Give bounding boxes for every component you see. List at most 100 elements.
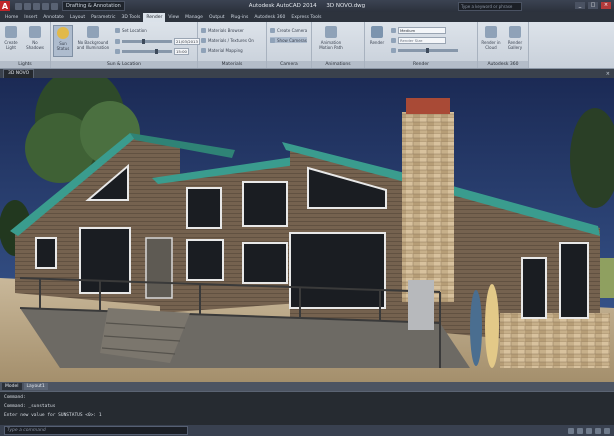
tab-view[interactable]: View bbox=[165, 13, 182, 22]
no-shadows-button[interactable]: No Shadows bbox=[24, 25, 46, 55]
time-slider-knob[interactable] bbox=[155, 48, 158, 54]
grid-icon[interactable] bbox=[577, 427, 583, 434]
maximize-button[interactable]: □ bbox=[588, 2, 598, 9]
render-quality-dropdown[interactable]: Medium bbox=[391, 26, 446, 34]
tab-model[interactable]: Model bbox=[2, 383, 22, 390]
save-icon[interactable] bbox=[33, 2, 40, 10]
render-gallery-button[interactable]: Render Gallery bbox=[504, 25, 526, 55]
exposure-slider[interactable] bbox=[398, 47, 458, 53]
tab-insert[interactable]: Insert bbox=[21, 13, 40, 22]
sphere-icon bbox=[201, 27, 206, 33]
tab-layout[interactable]: Layout bbox=[67, 13, 88, 22]
render-in-cloud-button[interactable]: Render in Cloud bbox=[480, 25, 502, 55]
minimize-button[interactable]: _ bbox=[575, 2, 585, 9]
status-toggles bbox=[568, 427, 610, 434]
panel-title-autodesk-360: Autodesk 360 bbox=[478, 61, 528, 68]
panel-title-render: Render bbox=[365, 61, 477, 68]
window-controls: _ □ × bbox=[575, 2, 611, 9]
panel-title-sun: Sun & Location bbox=[51, 61, 197, 68]
sun-location-panel: Sun Status No Background and Illuminatio… bbox=[51, 22, 200, 68]
search-input[interactable]: Type a keyword or phrase bbox=[458, 2, 522, 11]
application-menu-button[interactable]: A bbox=[0, 1, 10, 11]
time-field[interactable]: 15:00 bbox=[174, 47, 189, 55]
time-row: 15:00 bbox=[115, 47, 189, 55]
snap-icon[interactable] bbox=[568, 427, 574, 434]
drawing-viewport[interactable] bbox=[0, 78, 614, 382]
title-bar: A Drafting & Annotation Autodesk AutoCAD… bbox=[0, 0, 614, 12]
sun-status-button[interactable]: Sun Status bbox=[53, 25, 73, 57]
file-tab-3d-novo[interactable]: 3D NOVO bbox=[3, 68, 35, 79]
location-icon bbox=[115, 27, 120, 33]
render-slider-row bbox=[391, 47, 458, 53]
surfboard-blue bbox=[470, 290, 482, 366]
viewport-close-icon[interactable]: × bbox=[606, 71, 610, 77]
command-history-line: Command: bbox=[4, 395, 26, 400]
tab-parametric[interactable]: Parametric bbox=[88, 13, 118, 22]
panel-title-lights: Lights bbox=[0, 61, 50, 68]
autodesk-360-panel: Render in Cloud Render Gallery Autodesk … bbox=[478, 22, 529, 68]
create-camera-button[interactable]: Create Camera bbox=[270, 27, 307, 33]
sun-icon bbox=[57, 27, 69, 39]
date-slider-knob[interactable] bbox=[142, 38, 145, 44]
tab-layout1[interactable]: Layout1 bbox=[23, 383, 48, 390]
osnap-icon[interactable] bbox=[604, 427, 610, 434]
camera-panel: Create Camera Show Cameras Camera bbox=[267, 22, 312, 68]
animations-panel: Animation Motion Path Animations bbox=[312, 22, 365, 68]
date-row: 21/03/2013 bbox=[115, 37, 200, 45]
exposure-icon bbox=[391, 47, 396, 53]
tab-output[interactable]: Output bbox=[206, 13, 228, 22]
tab-plug-ins[interactable]: Plug-ins bbox=[228, 13, 252, 22]
panel-title-materials: Materials bbox=[198, 61, 266, 68]
layout-tabs: Model Layout1 bbox=[0, 382, 614, 391]
animation-motion-path-button[interactable]: Animation Motion Path bbox=[318, 25, 344, 55]
texture-icon bbox=[201, 37, 206, 43]
render-size-dropdown[interactable]: Render Size bbox=[391, 36, 446, 44]
cloud-icon bbox=[485, 26, 497, 38]
tab-render[interactable]: Render bbox=[143, 13, 166, 22]
ribbon-tabs: Home Insert Annotate Layout Parametric 3… bbox=[0, 12, 614, 22]
close-button[interactable]: × bbox=[601, 2, 611, 9]
tab-autodesk-360[interactable]: Autodesk 360 bbox=[251, 13, 288, 22]
background-icon bbox=[87, 26, 99, 38]
mapping-icon bbox=[201, 47, 206, 53]
calendar-icon bbox=[115, 38, 120, 44]
ortho-icon[interactable] bbox=[586, 427, 592, 434]
file-name: 3D NOVO.dwg bbox=[326, 3, 366, 9]
set-location-button[interactable]: Set Location bbox=[115, 27, 147, 33]
exposure-slider-knob[interactable] bbox=[426, 47, 429, 53]
new-icon[interactable] bbox=[15, 2, 22, 10]
eye-icon bbox=[270, 37, 275, 43]
no-background-button[interactable]: No Background and Illumination bbox=[75, 25, 111, 55]
undo-icon[interactable] bbox=[42, 2, 49, 10]
workspace-dropdown[interactable]: Drafting & Annotation bbox=[62, 1, 125, 11]
gallery-icon bbox=[509, 26, 521, 38]
open-icon[interactable] bbox=[24, 2, 31, 10]
command-history-line: Command: _sunstatus bbox=[4, 404, 56, 409]
app-name: Autodesk AutoCAD 2014 bbox=[248, 3, 317, 9]
render-panel: Render Medium Render Size Render bbox=[365, 22, 478, 68]
tab-annotate[interactable]: Annotate bbox=[40, 13, 67, 22]
tab-express-tools[interactable]: Express Tools bbox=[288, 13, 324, 22]
show-cameras-button[interactable]: Show Cameras bbox=[270, 37, 307, 43]
date-field[interactable]: 21/03/2013 bbox=[174, 37, 200, 45]
tab-manage[interactable]: Manage bbox=[182, 13, 206, 22]
materials-textures-dropdown[interactable]: Materials / Textures On bbox=[201, 37, 254, 43]
tab-home[interactable]: Home bbox=[2, 13, 21, 22]
light-bulb-icon bbox=[5, 26, 17, 38]
create-light-button[interactable]: Create Light bbox=[2, 25, 20, 55]
render-button[interactable]: Render bbox=[368, 25, 386, 55]
polar-icon[interactable] bbox=[595, 427, 601, 434]
command-input[interactable]: Type a command bbox=[4, 426, 188, 435]
tab-3d-tools[interactable]: 3D Tools bbox=[119, 13, 144, 22]
grill bbox=[408, 280, 434, 330]
material-mapping-button[interactable]: Material Mapping bbox=[201, 47, 243, 53]
command-line-bar: Type a command bbox=[0, 425, 614, 436]
quality-icon bbox=[391, 27, 396, 33]
redo-icon[interactable] bbox=[51, 2, 58, 10]
quick-access-toolbar bbox=[12, 2, 58, 10]
time-slider[interactable] bbox=[122, 48, 172, 54]
materials-browser-button[interactable]: Materials Browser bbox=[201, 27, 244, 33]
panel-title-animations: Animations bbox=[312, 61, 364, 68]
date-slider[interactable] bbox=[122, 38, 172, 44]
materials-panel: Materials Browser Materials / Textures O… bbox=[198, 22, 267, 68]
